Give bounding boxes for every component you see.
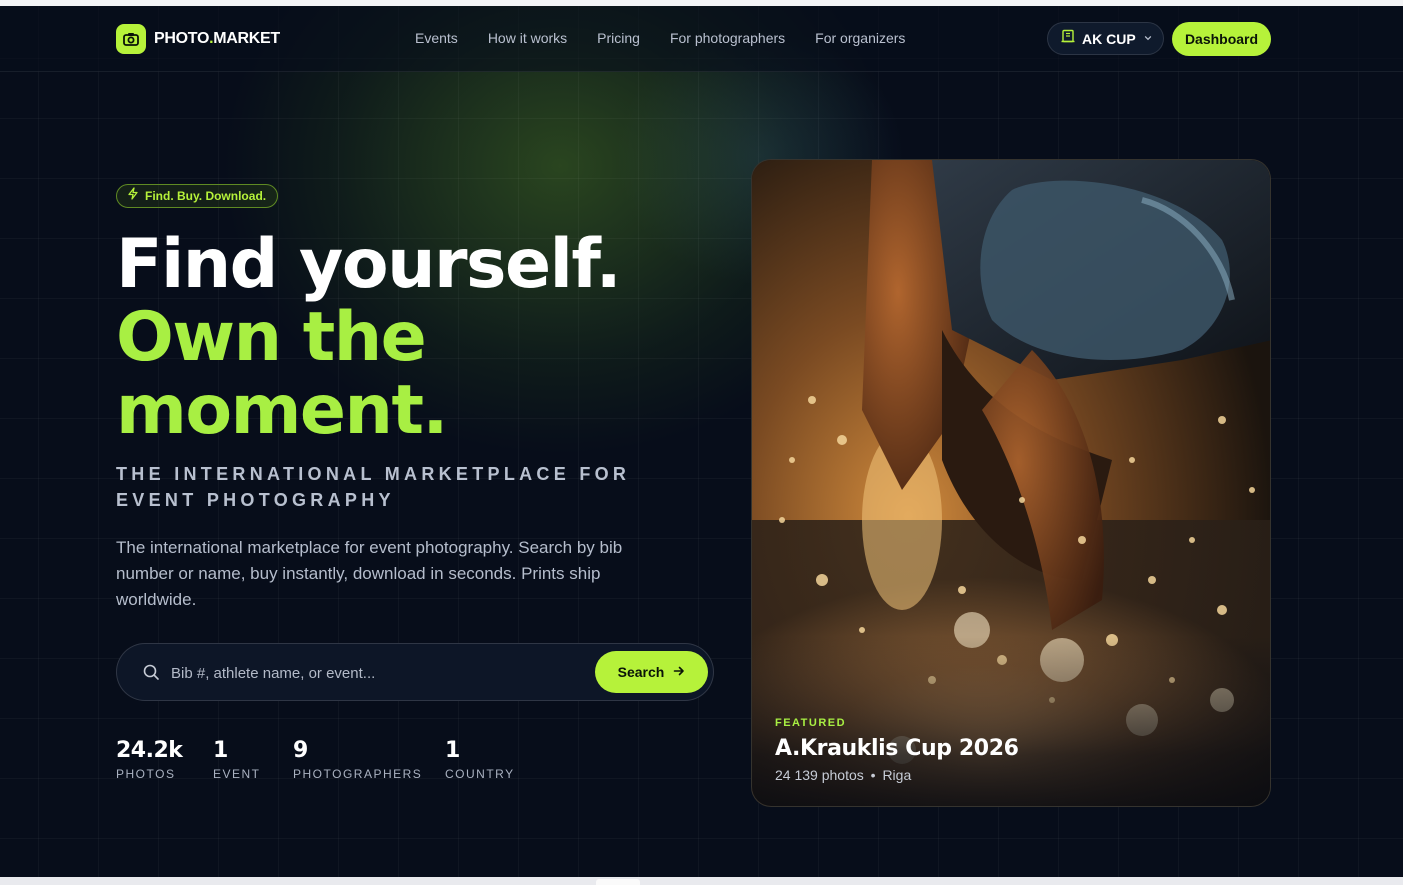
nav-link-events[interactable]: Events — [415, 30, 458, 46]
brand-name: PHOTO.MARKET — [154, 30, 280, 47]
hero-headline: Find yourself. Own the moment. — [116, 228, 716, 447]
meta-separator: • — [870, 767, 876, 783]
hero-subheading: THE INTERNATIONAL MARKETPLACE FOR EVENT … — [116, 464, 631, 510]
headline-line-1: Find yourself. — [116, 225, 622, 304]
event-selector[interactable]: AK CUP — [1047, 22, 1164, 55]
stat-events: 1 EVENT — [213, 738, 261, 781]
stat-countries: 1 COUNTRY — [445, 738, 515, 781]
stat-photographers: 9 PHOTOGRAPHERS — [293, 738, 422, 781]
featured-event-card[interactable]: FEATURED A.Krauklis Cup 2026 24 139 phot… — [751, 159, 1271, 807]
search-icon — [143, 664, 160, 686]
building-icon — [1061, 29, 1075, 48]
featured-event-meta: 24 139 photos • Riga — [775, 767, 911, 783]
featured-event-title: A.Krauklis Cup 2026 — [775, 736, 1019, 761]
featured-location: Riga — [882, 767, 912, 783]
brand-logo[interactable]: PHOTO.MARKET — [116, 24, 280, 54]
top-navigation: PHOTO.MARKET Events How it works Pricing… — [0, 6, 1403, 72]
headline-line-2: Own the — [116, 298, 427, 377]
nav-link-pricing[interactable]: Pricing — [597, 30, 640, 46]
tagline-badge: Find. Buy. Download. — [116, 184, 279, 208]
search-input[interactable] — [171, 660, 581, 686]
lightning-icon — [127, 187, 139, 205]
arrow-right-icon — [673, 664, 685, 680]
browser-bottom-strip — [0, 877, 1403, 885]
featured-badge: FEATURED — [775, 717, 847, 729]
chevron-down-icon — [1143, 30, 1153, 48]
stat-value: 9 — [293, 738, 308, 763]
search-button[interactable]: Search — [595, 651, 708, 693]
headline-line-3: moment. — [116, 371, 448, 450]
stat-photos: 24.2k PHOTOS — [116, 738, 183, 781]
featured-photo-count: 24 139 photos — [775, 767, 864, 783]
bottom-tab — [596, 879, 640, 885]
stat-label: PHOTOGRAPHERS — [293, 767, 423, 781]
tagline-text: Find. Buy. Download. — [145, 189, 267, 203]
main-nav: Events How it works Pricing For photogra… — [415, 30, 905, 46]
event-selector-label: AK CUP — [1082, 30, 1136, 47]
dashboard-button[interactable]: Dashboard — [1172, 22, 1271, 56]
stat-value: 24.2k — [116, 738, 183, 763]
nav-link-how-it-works[interactable]: How it works — [488, 30, 567, 46]
hero-description: The international marketplace for event … — [116, 538, 623, 609]
stat-value: 1 — [213, 738, 228, 763]
nav-link-for-organizers[interactable]: For organizers — [815, 30, 905, 46]
search-bar: Search — [116, 643, 714, 701]
stat-value: 1 — [445, 738, 460, 763]
search-button-label: Search — [617, 664, 665, 680]
stat-label: COUNTRY — [445, 767, 515, 781]
nav-link-for-photographers[interactable]: For photographers — [670, 30, 785, 46]
landing-page: PHOTO.MARKET Events How it works Pricing… — [0, 6, 1403, 877]
camera-icon — [116, 24, 146, 54]
stat-label: PHOTOS — [116, 767, 176, 781]
stat-label: EVENT — [213, 767, 261, 781]
